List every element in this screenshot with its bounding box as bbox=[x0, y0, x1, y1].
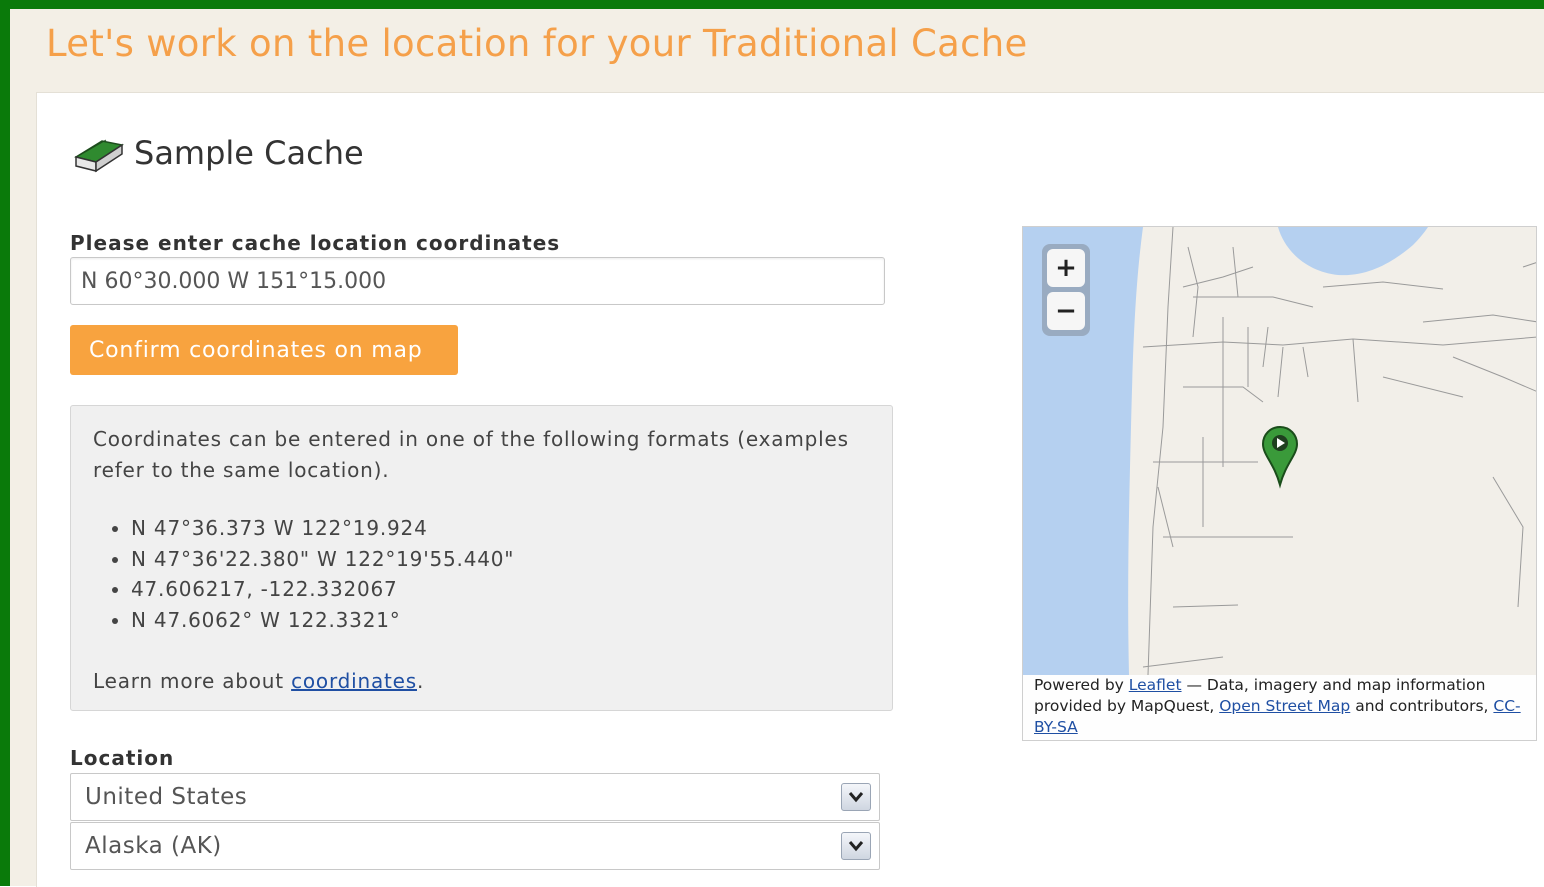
country-select-value: United States bbox=[85, 784, 248, 810]
chevron-down-icon[interactable] bbox=[841, 832, 871, 860]
zoom-out-button[interactable]: − bbox=[1047, 292, 1085, 330]
coordinates-link[interactable]: coordinates bbox=[291, 669, 417, 693]
state-select[interactable]: Alaska (AK) bbox=[70, 822, 880, 870]
leaflet-link[interactable]: Leaflet bbox=[1129, 676, 1182, 694]
country-select[interactable]: United States bbox=[70, 773, 880, 821]
learn-more-text: Learn more about coordinates. bbox=[93, 669, 424, 693]
attribution-powered-by: Powered by bbox=[1034, 676, 1129, 694]
location-label: Location bbox=[70, 746, 175, 770]
cache-name: Sample Cache bbox=[134, 134, 364, 172]
location-map[interactable]: + − Powered by Leaflet — Data, imagery a… bbox=[1022, 226, 1537, 741]
format-examples-list: N 47°36.373 W 122°19.924 N 47°36'22.380"… bbox=[131, 513, 514, 635]
format-example: N 47°36'22.380" W 122°19'55.440" bbox=[131, 544, 514, 575]
format-example: N 47.6062° W 122.3321° bbox=[131, 605, 514, 636]
open-street-map-link[interactable]: Open Street Map bbox=[1219, 697, 1350, 715]
confirm-coordinates-button[interactable]: Confirm coordinates on map bbox=[70, 325, 458, 375]
coordinate-formats-help: Coordinates can be entered in one of the… bbox=[70, 405, 893, 711]
state-select-value: Alaska (AK) bbox=[85, 833, 222, 859]
map-attribution: Powered by Leaflet — Data, imagery and m… bbox=[1023, 675, 1536, 740]
zoom-control: + − bbox=[1042, 244, 1090, 336]
coordinates-label: Please enter cache location coordinates bbox=[70, 231, 561, 255]
page-title: Let's work on the location for your Trad… bbox=[46, 22, 1028, 65]
format-example: 47.606217, -122.332067 bbox=[131, 574, 514, 605]
learn-more-prefix: Learn more about bbox=[93, 669, 292, 693]
zoom-in-button[interactable]: + bbox=[1047, 249, 1085, 287]
coordinates-input[interactable] bbox=[70, 257, 885, 305]
help-intro-text: Coordinates can be entered in one of the… bbox=[93, 427, 849, 482]
traditional-cache-icon bbox=[74, 139, 124, 173]
learn-more-suffix: . bbox=[416, 669, 425, 693]
cache-header: Sample Cache bbox=[72, 128, 364, 178]
format-example: N 47°36.373 W 122°19.924 bbox=[131, 513, 514, 544]
map-tiles[interactable] bbox=[1023, 227, 1537, 741]
chevron-down-icon[interactable] bbox=[841, 783, 871, 811]
attribution-contributors: and contributors, bbox=[1350, 697, 1494, 715]
